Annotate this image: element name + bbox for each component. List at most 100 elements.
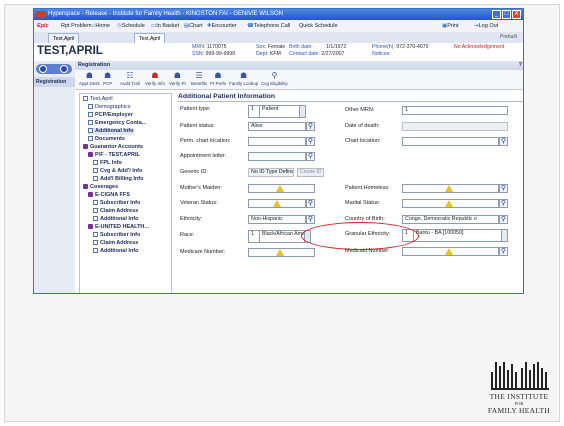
- tree-item[interactable]: PCP/Employer: [88, 112, 133, 119]
- other-mrn-field[interactable]: 1: [402, 106, 508, 115]
- tree-item[interactable]: Additional Info: [88, 128, 134, 135]
- verify-info-label: Verify Info: [145, 81, 166, 86]
- perm-chart-location-lookup-icon[interactable]: ⚲: [306, 137, 315, 146]
- maximize-button[interactable]: □: [502, 10, 511, 19]
- section-title: Additional Patient Information: [178, 93, 276, 100]
- tree-item[interactable]: Cvg & Add'l Info: [93, 168, 142, 175]
- family-icon: ☗: [240, 71, 248, 80]
- building-logo-icon: [491, 362, 549, 390]
- date-of-death-field[interactable]: [402, 122, 508, 131]
- menu-home[interactable]: ⌂Home: [92, 20, 110, 32]
- medicaid-number-lookup-icon[interactable]: ⚲: [499, 247, 508, 256]
- benefits-button[interactable]: ☰ Benefits: [191, 71, 207, 86]
- logo-line-1: THE INSTITUTE: [489, 392, 549, 401]
- pcp-button[interactable]: ☗ PCP: [103, 71, 112, 86]
- tree-item[interactable]: Coverages: [83, 184, 118, 191]
- menu-rpt-problem[interactable]: Rpt Problem: [61, 20, 92, 32]
- ssn-value: 999-99-9999: [205, 51, 235, 57]
- menu-encounter[interactable]: ✚Encounter: [207, 20, 237, 32]
- tree-item[interactable]: Guarantor Accounts: [83, 144, 143, 151]
- tree-item-label: Additional Info: [100, 216, 139, 222]
- patient-type-field[interactable]: 1 Patient: [248, 105, 306, 118]
- patient-status-lookup-icon[interactable]: ⚲: [306, 122, 315, 131]
- cvg-eligibility-button[interactable]: ⚲ Cvg Eligibility: [261, 71, 288, 86]
- benefits-label: Benefits: [191, 81, 208, 86]
- patient-status-field[interactable]: Alive: [248, 122, 306, 131]
- ethnicity-field[interactable]: Non-Hispanic: [248, 215, 306, 224]
- audit-trail-button[interactable]: ☷ Audit Trail: [120, 71, 140, 86]
- tree-item[interactable]: Documents: [88, 136, 125, 143]
- tree-item[interactable]: Additional Info: [93, 248, 139, 255]
- granular-ethnicity-spinner[interactable]: [501, 230, 507, 241]
- help-button[interactable]: ?: [519, 61, 522, 70]
- mrn-line: MRN: 1170075: [192, 44, 227, 51]
- marital-status-lookup-icon[interactable]: ⚲: [499, 199, 508, 208]
- window-controls: _ □ X: [492, 10, 521, 19]
- appointment-letter-field[interactable]: [248, 152, 306, 161]
- page-icon: [88, 112, 93, 117]
- notices-label: Notices:: [372, 51, 391, 57]
- tree-item[interactable]: Claim Address: [93, 240, 138, 247]
- page-icon: [83, 96, 88, 101]
- tree-item[interactable]: Demographics: [88, 104, 130, 111]
- menu-log-out[interactable]: ⇥Log Out: [474, 20, 498, 32]
- menu-chart[interactable]: ▤Chart: [184, 20, 203, 32]
- tree-item[interactable]: E-CIGNA FFS: [88, 192, 130, 199]
- chart-location-field[interactable]: [402, 137, 499, 146]
- tree-item[interactable]: Subscriber Info: [93, 232, 140, 239]
- close-button[interactable]: X: [512, 10, 521, 19]
- page-icon: [93, 240, 98, 245]
- registration-toolbar: ☗ Appt Desk ☗ PCP ☷ Audit Trail ☗ Verify Inf…: [75, 70, 523, 90]
- epic-menu-button[interactable]: Epic: [37, 20, 49, 32]
- sidebar-item-registration[interactable]: Registration: [34, 77, 75, 87]
- verify-pt-label: Verify Pt: [169, 81, 186, 86]
- appointment-letter-lookup-icon[interactable]: ⚲: [306, 152, 315, 161]
- create-id-button[interactable]: Create ID: [297, 168, 325, 177]
- race-label: Race:: [180, 232, 195, 238]
- ethnicity-lookup-icon[interactable]: ⚲: [306, 215, 315, 224]
- generic-id-field[interactable]: No ID Type Defined: [248, 168, 294, 177]
- phone-label: Phone(h):: [372, 44, 395, 50]
- tab-test-april-1[interactable]: Test,April: [48, 33, 80, 43]
- pt-prefs-button[interactable]: ☗ Pt Prefs: [210, 71, 226, 86]
- warning-icon: [445, 200, 453, 207]
- tree-item[interactable]: Subscriber Info: [93, 200, 140, 207]
- perm-chart-location-label: Perm. chart location:: [180, 138, 231, 144]
- forward-arrow-icon[interactable]: [60, 65, 68, 73]
- window-title: Hyperspace - Release - Institute for Fam…: [48, 11, 283, 17]
- tree-item[interactable]: Test,April: [83, 96, 113, 103]
- menu-print[interactable]: ▣Print: [442, 20, 459, 32]
- appt-desk-button[interactable]: ☗ Appt Desk: [79, 71, 100, 86]
- country-of-birth-lookup-icon[interactable]: ⚲: [499, 215, 508, 224]
- country-of-birth-field[interactable]: Congo, Democratic Republic o: [402, 215, 499, 224]
- verify-info-button[interactable]: ☗ Verify Info: [145, 71, 165, 86]
- menu-home-label: Home: [95, 23, 110, 29]
- menu-telephone-call[interactable]: ☎Telephone Call: [247, 20, 290, 32]
- perm-chart-location-field[interactable]: [248, 137, 306, 146]
- warning-icon: [273, 200, 281, 207]
- patient-homeless-lookup-icon[interactable]: ⚲: [499, 184, 508, 193]
- verify-pt-button[interactable]: ☗ Verify Pt: [169, 71, 186, 86]
- tree-item[interactable]: Additional Info: [93, 216, 139, 223]
- family-lookup-button[interactable]: ☗ Family Lookup: [229, 71, 258, 86]
- menu-quick-schedule[interactable]: Quick Schedule: [299, 20, 338, 32]
- veteran-status-lookup-icon[interactable]: ⚲: [306, 199, 315, 208]
- verify-info-icon: ☗: [151, 71, 159, 80]
- tab-test-april-2[interactable]: Test,April: [134, 33, 166, 43]
- tree-item[interactable]: Emergency Conta...: [88, 120, 146, 127]
- menu-schedule[interactable]: ◷Schedule: [117, 20, 145, 32]
- tree-item[interactable]: Claim Address: [93, 208, 138, 215]
- chart-location-lookup-icon[interactable]: ⚲: [499, 137, 508, 146]
- tree-item[interactable]: E-UNITED HEALTH...: [88, 224, 149, 231]
- back-arrow-icon[interactable]: [39, 65, 47, 73]
- tree-item[interactable]: Add'l Billing Info: [93, 176, 143, 183]
- back-forward-buttons[interactable]: [36, 64, 72, 74]
- birth-label: Birth date:: [289, 44, 313, 50]
- magnifier-icon: ⚲: [271, 71, 278, 80]
- minimize-button[interactable]: _: [492, 10, 501, 19]
- tree-item[interactable]: P/F - TEST,APRIL: [88, 152, 140, 159]
- patient-type-spinner[interactable]: [299, 106, 305, 117]
- menu-in-basket[interactable]: ▭In Basket: [151, 20, 179, 32]
- tree-item[interactable]: FPL Info: [93, 160, 122, 167]
- warning-icon: [276, 249, 284, 256]
